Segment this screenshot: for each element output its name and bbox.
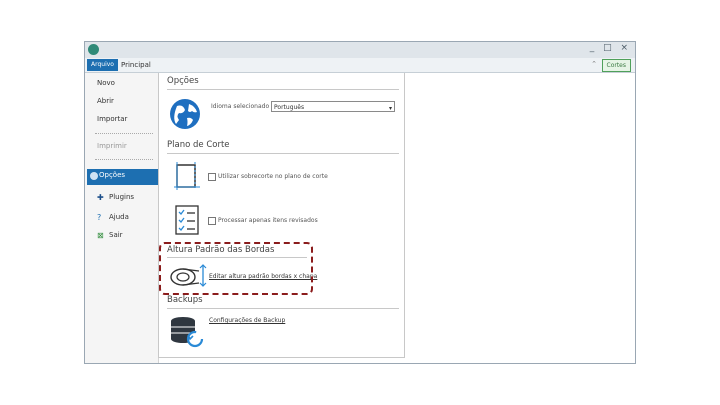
sidebar-item-sair[interactable]: Sair [109,231,123,239]
sidebar-item-label: Opções [99,171,126,179]
reviewed-only-checkbox[interactable] [208,217,216,225]
app-window: _ □ × Arquivo Principal ⌃ Cortes Novo Ab… [84,41,636,364]
app-logo-icon [88,44,99,55]
section-divider [167,153,399,154]
sidebar-item-abrir[interactable]: Abrir [97,97,114,105]
chevron-down-icon: ▾ [388,105,392,112]
language-select-value: Português [274,104,305,111]
section-divider [167,89,399,90]
tab-arquivo[interactable]: Arquivo [87,59,118,71]
sidebar-item-importar[interactable]: Importar [97,115,127,123]
section-title-plano-corte: Plano de Corte [167,140,230,150]
language-select[interactable]: Português ▾ [271,101,395,112]
ribbon-bar: Arquivo Principal ⌃ Cortes [85,58,635,73]
highlight-annotation [159,242,313,295]
overcut-label: Utilizar sobrecorte no plano de corte [218,173,328,180]
puzzle-icon: ✚ [97,193,104,202]
sidebar-item-plugins[interactable]: Plugins [109,193,134,201]
help-icon: ? [97,213,102,222]
section-title-backups: Backups [167,295,203,305]
sidebar-divider [95,133,153,134]
section-divider [167,308,399,309]
sidebar-divider [95,159,153,160]
options-panel: Opções Idioma selecionado Português ▾ Pl… [158,73,405,358]
exit-icon: ⊠ [97,231,104,240]
language-label: Idioma selecionado [211,103,270,110]
cut-plan-icon [174,162,200,190]
sidebar-item-ajuda[interactable]: Ajuda [109,213,129,221]
backup-settings-link[interactable]: Configurações de Backup [209,317,285,324]
overcut-checkbox[interactable] [208,173,216,181]
reviewed-only-label: Processar apenas itens revisados [218,217,318,224]
database-backup-icon [171,317,204,348]
backstage-sidebar: Novo Abrir Importar Imprimir Opções ✚ Pl… [85,73,165,363]
globe-icon [170,99,200,129]
collapse-ribbon-icon[interactable]: ⌃ [591,60,597,68]
checklist-icon [175,205,199,235]
cortes-button[interactable]: Cortes [601,59,631,72]
sidebar-item-imprimir[interactable]: Imprimir [97,142,127,150]
tab-principal[interactable]: Principal [121,59,151,71]
title-bar: _ □ × [85,42,635,58]
sidebar-item-opcoes[interactable]: Opções [87,169,165,185]
sidebar-item-novo[interactable]: Novo [97,79,115,87]
window-controls[interactable]: _ □ × [590,43,631,53]
gear-icon [90,172,98,180]
section-title-opcoes: Opções [167,76,199,86]
